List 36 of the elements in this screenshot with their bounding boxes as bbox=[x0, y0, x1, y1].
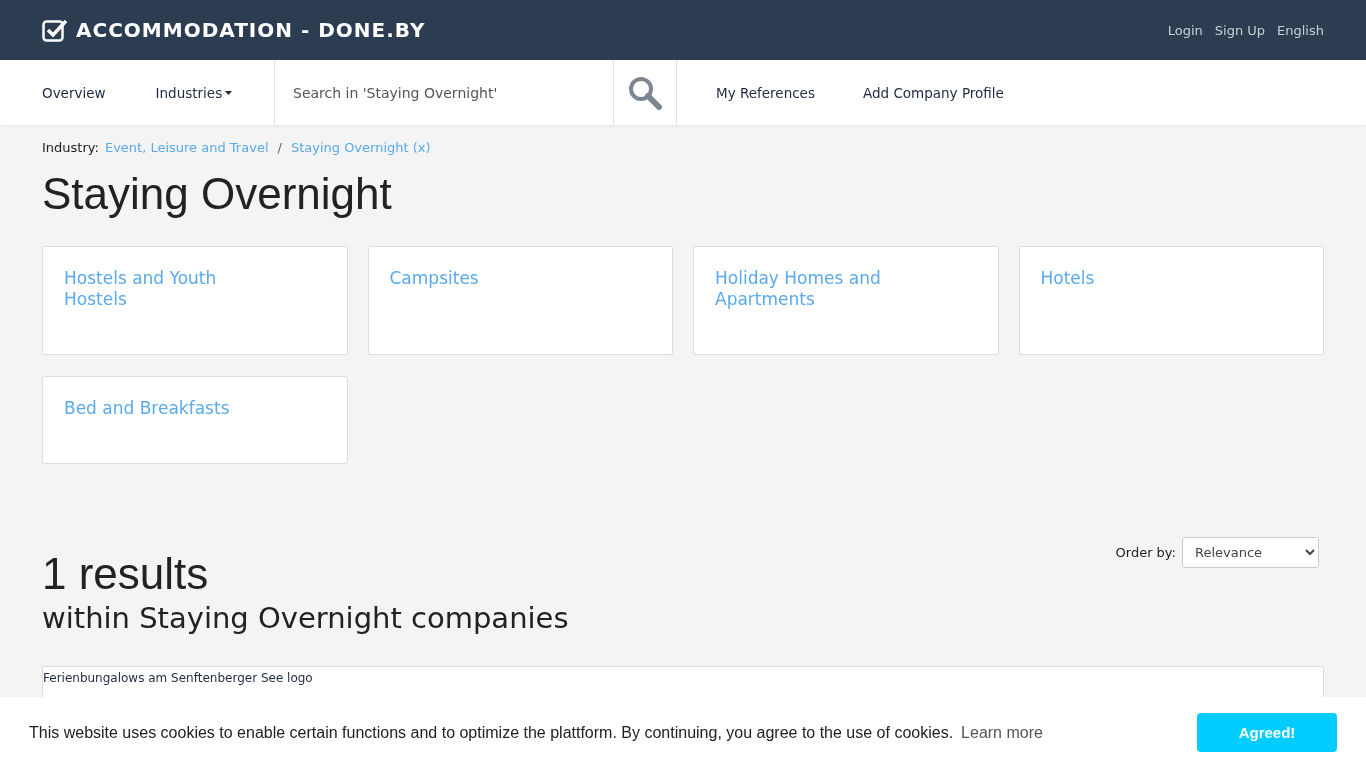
breadcrumb-link[interactable]: Event, Leisure and Travel bbox=[104, 140, 269, 155]
dropdown-menu[interactable]: Industries bbox=[155, 60, 233, 125]
results-count: 1 results bbox=[42, 548, 210, 600]
category-card[interactable]: Holiday Homes and Apartments bbox=[693, 246, 999, 355]
nav-link[interactable]: Overview bbox=[42, 60, 106, 125]
agree-button[interactable]: Agreed! bbox=[1197, 713, 1337, 752]
nav-link[interactable]: My References bbox=[716, 60, 815, 125]
breadcrumb-separator: / bbox=[277, 140, 282, 155]
category-card[interactable]: Hotels bbox=[1018, 246, 1324, 355]
header-link[interactable]: Login bbox=[1167, 22, 1203, 38]
page-title: Staying Overnight bbox=[42, 169, 393, 219]
category-link[interactable]: Bed and Breakfasts bbox=[64, 398, 264, 419]
category-link[interactable]: Hotels bbox=[1040, 268, 1241, 289]
order-label: Order by: bbox=[1115, 545, 1176, 560]
category-card[interactable]: Hostels and Youth Hostels bbox=[42, 246, 348, 355]
search-icon bbox=[628, 75, 662, 110]
cookie-message: This website uses cookies to enable certain functions and to optimize the plattform. By continuing, you agree to the use of cookies. bbox=[29, 723, 954, 742]
search-field[interactable]: Search in 'Staying Overnight' bbox=[275, 60, 613, 125]
header-link[interactable]: Sign Up bbox=[1214, 22, 1266, 38]
category-link[interactable]: Campsites bbox=[389, 268, 590, 289]
learn-more-link[interactable]: Learn more bbox=[961, 723, 1043, 742]
caret-icon bbox=[225, 90, 233, 95]
nav-link[interactable]: Add Company Profile bbox=[862, 60, 1004, 125]
header-link[interactable]: English bbox=[1277, 22, 1324, 38]
search-button[interactable] bbox=[613, 60, 677, 125]
category-link[interactable]: Hostels and Youth Hostels bbox=[64, 268, 264, 310]
checkbox-icon bbox=[42, 18, 68, 42]
category-link[interactable]: Holiday Homes and Apartments bbox=[715, 268, 915, 310]
logo-alt-text: Ferienbungalows am Senftenberger See logo bbox=[43, 671, 313, 685]
results-subtitle: within Staying Overnight companies bbox=[42, 600, 569, 636]
breadcrumb-label: Industry: bbox=[42, 140, 99, 155]
category-card[interactable]: Campsites bbox=[367, 246, 673, 355]
category-card[interactable]: Bed and Breakfasts bbox=[42, 376, 348, 464]
site-logo[interactable]: ACCOMMODATION - DONE.BY bbox=[42, 18, 426, 42]
breadcrumb-link[interactable]: Staying Overnight (x) bbox=[290, 140, 431, 155]
order-select[interactable]: Relevance bbox=[1182, 537, 1319, 568]
